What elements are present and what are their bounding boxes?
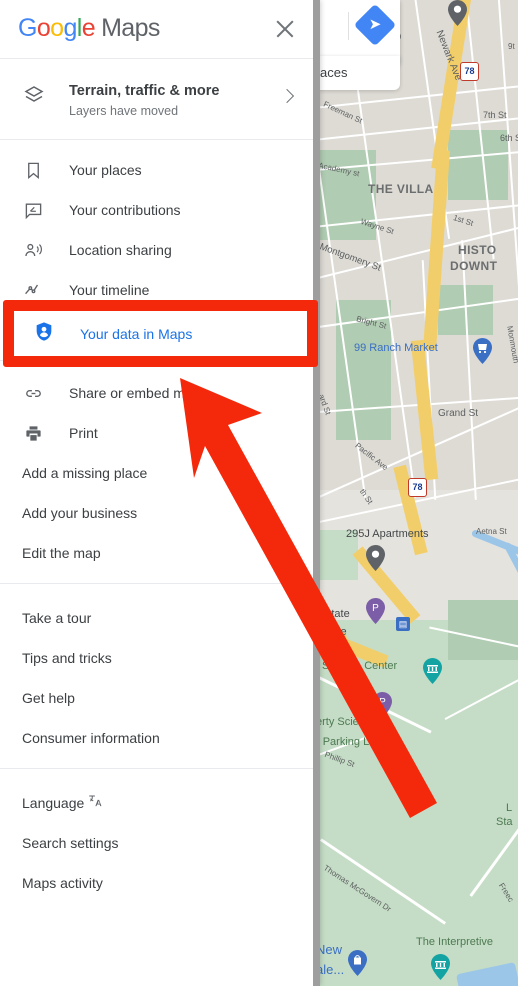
sidebar-scrollbar[interactable]	[313, 0, 320, 986]
sidebar-item-label: Location sharing	[69, 242, 172, 258]
sidebar-item-your-contributions[interactable]: Your contributions	[0, 190, 320, 230]
highway-shield-icon: 78	[408, 478, 427, 497]
map-poi-label[interactable]: New	[318, 942, 342, 957]
map-poi-label[interactable]: 99 Ranch Market	[354, 342, 438, 354]
person-sharing-icon	[22, 239, 44, 261]
map-area-label: HISTO	[458, 243, 497, 257]
map-pin-grey[interactable]	[366, 545, 385, 571]
annotation-highlight-box: Your data in Maps	[3, 300, 318, 367]
logo-letter: e	[81, 14, 96, 42]
sidebar-item-add-your-business[interactable]: Add your business	[0, 493, 320, 533]
sidebar-item-label: Maps activity	[22, 875, 103, 891]
sidebar-item-consumer-information[interactable]: Consumer information	[0, 718, 320, 758]
map-label: Grand St	[438, 408, 479, 419]
sidebar-item-label: Print	[69, 425, 98, 441]
sidebar-item-label: Share or embed map	[69, 385, 201, 401]
map-area-label: DOWNT	[450, 259, 498, 273]
close-icon[interactable]	[272, 16, 298, 42]
directions-icon[interactable]: ➤	[353, 3, 397, 47]
timeline-chart-icon	[22, 279, 44, 301]
logo-maps-word: Maps	[101, 14, 160, 42]
sidebar-item-add-a-missing-place[interactable]: Add a missing place	[0, 453, 320, 493]
map-poi-label[interactable]: ale...	[318, 962, 344, 977]
sidebar-item-tips-and-tricks[interactable]: Tips and tricks	[0, 638, 320, 678]
sidebar-item-label: Your places	[69, 162, 142, 178]
menu-header: Google Maps	[0, 0, 320, 58]
logo-letter: o	[36, 14, 51, 42]
map-pin-museum[interactable]	[423, 658, 442, 684]
layers-menu-item[interactable]: Terrain, traffic & more Layers have move…	[0, 59, 320, 139]
logo-letter: G	[18, 14, 37, 42]
sidebar-item-print[interactable]: Print	[0, 413, 320, 453]
places-chip-remnant[interactable]: aces	[318, 56, 400, 90]
sidebar-item-edit-the-map[interactable]: Edit the map	[0, 533, 320, 573]
sidebar-item-label: Add a missing place	[22, 465, 148, 481]
main-menu-sidebar: Google Maps Terrain, traffic & more Layer…	[0, 0, 320, 986]
review-bubble-icon	[22, 199, 44, 221]
sidebar-item-label: Get help	[22, 690, 75, 706]
highway-shield-icon: 78	[460, 62, 479, 81]
sidebar-item-label: Your contributions	[69, 202, 181, 218]
map-label: 6th St	[500, 133, 518, 143]
logo-letter: o	[50, 14, 64, 42]
sidebar-item-label: Take a tour	[22, 610, 92, 626]
map-pin-grey[interactable]	[448, 0, 467, 26]
map-canvas[interactable]: la Commission p Newark Ave 9t 7th St 6th…	[318, 0, 518, 986]
map-label: The Interpretive	[416, 936, 494, 948]
map-label: Science Center	[322, 660, 398, 672]
logo-letter: g	[63, 14, 77, 42]
map-pin-parking[interactable]: P	[366, 598, 385, 624]
map-label: r Parking L	[318, 736, 370, 748]
sidebar-item-label: Search settings	[22, 835, 119, 851]
map-pin-shop[interactable]	[348, 950, 367, 976]
shield-person-icon	[33, 320, 55, 347]
sidebar-item-label: Add your business	[22, 505, 138, 521]
map-pin-parking[interactable]: P	[373, 692, 392, 718]
map-label: 295J Apartments	[346, 528, 429, 540]
map-label: L	[506, 802, 513, 814]
map-label: erty Scie	[318, 716, 359, 728]
printer-icon	[22, 422, 44, 444]
highlighted-item-label: Your data in Maps	[80, 325, 193, 342]
menu-group-settings: Language Search settings Maps activity	[0, 769, 320, 913]
sidebar-item-get-help[interactable]: Get help	[0, 678, 320, 718]
sidebar-item-label: Tips and tricks	[22, 650, 112, 666]
layers-subtitle: Layers have moved	[69, 104, 179, 118]
sidebar-item-search-settings[interactable]: Search settings	[0, 823, 320, 863]
divider	[348, 12, 349, 40]
map-pin-shop[interactable]	[473, 338, 492, 364]
svg-text:P: P	[372, 603, 379, 614]
translate-icon	[88, 793, 103, 813]
sidebar-item-label: Your timeline	[69, 282, 150, 298]
map-label: Aetna St	[476, 527, 507, 536]
sidebar-item-maps-activity[interactable]: Maps activity	[0, 863, 320, 903]
layers-icon	[22, 83, 46, 112]
link-icon	[22, 382, 44, 404]
sidebar-item-label: Consumer information	[22, 730, 160, 746]
map-label: State	[324, 608, 350, 620]
menu-group-actions: Share or embed map Print Add a missing p…	[0, 361, 320, 583]
map-area-label: THE VILLA	[368, 182, 434, 196]
map-label: Sta	[496, 816, 513, 828]
sidebar-item-label: Edit the map	[22, 545, 101, 561]
highlighted-menu-item[interactable]: Your data in Maps	[14, 311, 307, 356]
sidebar-item-location-sharing[interactable]: Location sharing	[0, 230, 320, 270]
bookmark-icon	[22, 159, 44, 181]
google-maps-logo: Google Maps	[18, 14, 160, 43]
map-label: 9t	[508, 42, 515, 51]
map-label: 7th St	[483, 110, 507, 120]
map-pin-museum[interactable]	[431, 954, 450, 980]
layers-title: Terrain, traffic & more	[69, 83, 220, 99]
sidebar-item-your-places[interactable]: Your places	[0, 150, 320, 190]
sidebar-item-share-or-embed-map[interactable]: Share or embed map	[0, 373, 320, 413]
map-label: Ride	[324, 626, 347, 638]
transit-icon[interactable]: ▤	[396, 617, 410, 631]
sidebar-item-take-a-tour[interactable]: Take a tour	[0, 598, 320, 638]
sidebar-item-language[interactable]: Language	[0, 783, 320, 823]
sidebar-item-label: Language	[22, 795, 85, 811]
svg-text:P: P	[379, 697, 386, 708]
chevron-right-icon[interactable]	[279, 88, 295, 104]
menu-group-help: Take a tour Tips and tricks Get help Con…	[0, 584, 320, 768]
